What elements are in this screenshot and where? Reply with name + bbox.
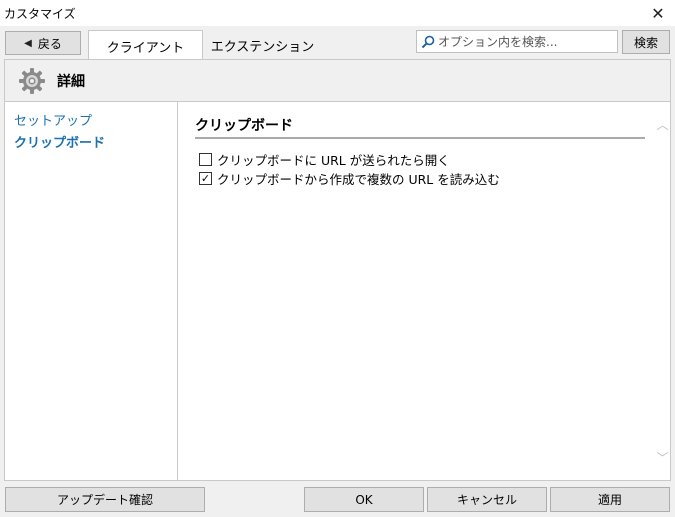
checkbox-open-url[interactable] [199, 153, 212, 166]
search-icon [421, 35, 435, 48]
update-check-label: アップデート確認 [56, 493, 153, 507]
search-box [416, 30, 618, 53]
cancel-label: キャンセル [456, 493, 517, 507]
search-input[interactable] [438, 34, 613, 49]
close-icon[interactable]: ✕ [641, 0, 675, 26]
apply-label: 適用 [597, 493, 622, 507]
option-multi-url[interactable]: ✓ クリップボードから作成で複数の URL を読み込む [199, 169, 500, 188]
checkbox-multi-url[interactable]: ✓ [199, 172, 212, 185]
title-bar: カスタマイズ ✕ [0, 0, 675, 26]
tab-client[interactable]: クライアント [88, 30, 203, 61]
panel-header: 詳細 [5, 60, 670, 102]
sidebar-item-clipboard[interactable]: クリップボード [14, 132, 105, 151]
content-area: クリップボード クリップボードに URL が送られたら開く ✓ クリップボードか… [179, 102, 655, 480]
settings-panel: 詳細 セットアップ クリップボード クリップボード クリップボードに URL が… [4, 59, 671, 481]
back-button-label: 戻る [37, 36, 62, 51]
option-multi-url-label: クリップボードから作成で複数の URL を読み込む [217, 172, 500, 187]
scroll-down-icon[interactable]: ﹀ [655, 449, 670, 465]
tab-client-label: クライアント [106, 40, 185, 56]
toolbar: ◀ 戻る クライアント エクステンション 検索 [0, 26, 675, 61]
sidebar-item-setup[interactable]: セットアップ [14, 110, 92, 129]
back-button[interactable]: ◀ 戻る [5, 31, 81, 55]
tab-extension-label: エクステンション [210, 39, 315, 55]
ok-button[interactable]: OK [304, 487, 424, 512]
page-title: 詳細 [57, 74, 85, 90]
scroll-up-icon[interactable]: ︿ [655, 116, 670, 132]
option-open-url[interactable]: クリップボードに URL が送られたら開く [199, 150, 450, 169]
section-divider [195, 137, 645, 139]
option-open-url-label: クリップボードに URL が送られたら開く [217, 153, 450, 168]
window-title: カスタマイズ [4, 7, 76, 21]
update-check-button[interactable]: アップデート確認 [5, 487, 205, 512]
search-button[interactable]: 検索 [622, 30, 670, 54]
apply-button[interactable]: 適用 [550, 487, 670, 512]
search-button-label: 検索 [633, 35, 658, 50]
gear-icon [19, 68, 45, 94]
back-arrow-icon: ◀ [24, 37, 32, 49]
scrollbar[interactable]: ︿ ﹀ [655, 102, 670, 480]
cancel-button[interactable]: キャンセル [427, 487, 547, 512]
section-title: クリップボード [195, 118, 293, 134]
sidebar: セットアップ クリップボード [5, 102, 178, 480]
tab-extension[interactable]: エクステンション [205, 30, 320, 60]
ok-label: OK [355, 492, 373, 507]
